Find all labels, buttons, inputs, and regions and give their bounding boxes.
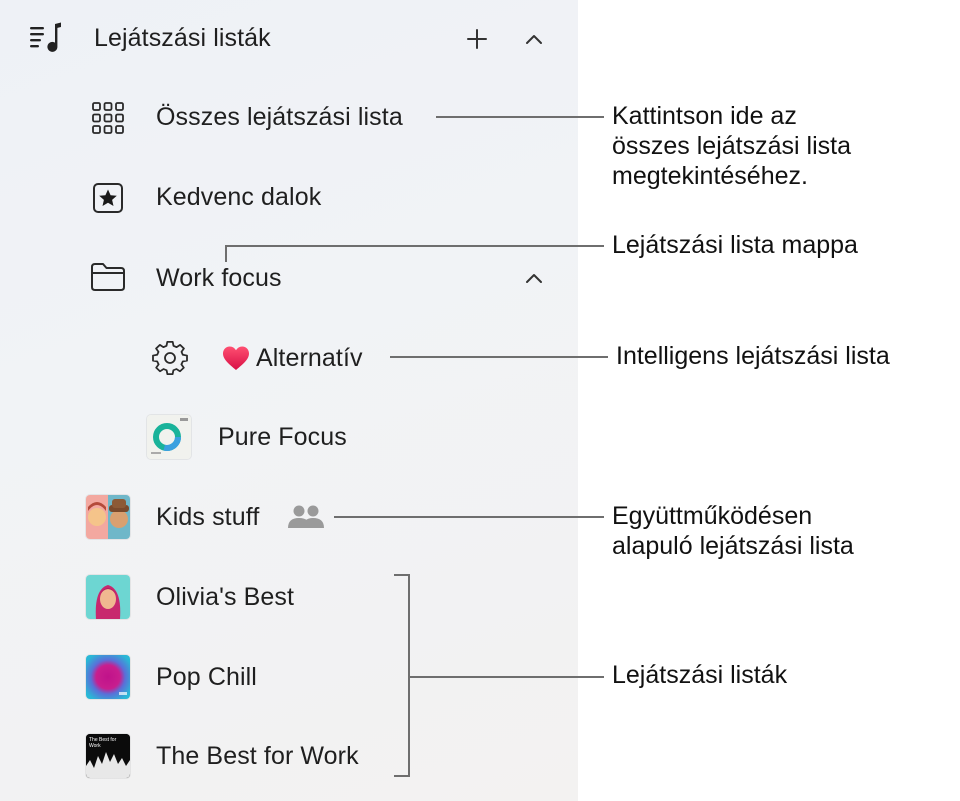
- callout-all-line-3: megtekintéséhez.: [612, 162, 808, 190]
- callout-collab-line-2: alapuló lejátszási lista: [612, 532, 854, 560]
- sidebar-item-pure-focus[interactable]: Pure Focus: [218, 421, 347, 453]
- plus-icon[interactable]: [462, 24, 492, 54]
- section-title[interactable]: Lejátszási listák: [94, 22, 271, 54]
- callout-line-smart: [390, 356, 608, 358]
- sidebar: Lejátszási listák Összes lejátszási list…: [0, 0, 578, 801]
- chevron-up-icon[interactable]: [520, 264, 548, 292]
- callout-line-folder: [225, 245, 604, 247]
- callout-line-collab: [334, 516, 604, 518]
- callout-playlists-line: Lejátszási listák: [612, 661, 788, 689]
- callout-all-line-1: Kattintson ide az: [612, 102, 797, 130]
- grid-icon: [90, 100, 126, 136]
- pure-focus-artwork: [147, 415, 191, 459]
- sidebar-item-favorite-songs[interactable]: Kedvenc dalok: [156, 181, 321, 213]
- heart-icon: [221, 344, 251, 372]
- sidebar-item-all-playlists[interactable]: Összes lejátszási lista: [156, 101, 403, 133]
- sidebar-item-work-focus[interactable]: Work focus: [156, 262, 282, 294]
- gear-icon: [151, 340, 189, 378]
- folder-icon: [89, 260, 127, 294]
- sidebar-item-alternativ[interactable]: Alternatív: [256, 342, 363, 374]
- sidebar-item-kids-stuff[interactable]: Kids stuff: [156, 501, 259, 533]
- callout-line-playlists: [410, 676, 604, 678]
- callout-line-folder-vertical: [225, 245, 227, 262]
- callout-line-all: [436, 116, 604, 118]
- best-for-work-artwork: The Best for Work: [86, 734, 130, 778]
- callout-all-playlists: Kattintson ide az összes lejátszási list…: [612, 101, 851, 191]
- callout-folder: Lejátszási lista mappa: [612, 230, 858, 260]
- callout-all-line-2: összes lejátszási lista: [612, 132, 851, 160]
- star-square-icon: [91, 181, 125, 215]
- callout-smart-line: Intelligens lejátszási lista: [616, 342, 890, 370]
- sidebar-item-pop-chill[interactable]: Pop Chill: [156, 661, 257, 693]
- people-icon: [286, 503, 326, 531]
- sidebar-item-olivias-best[interactable]: Olivia's Best: [156, 581, 294, 613]
- artwork-caption: The Best for Work: [89, 737, 117, 749]
- chevron-up-icon[interactable]: [520, 24, 548, 54]
- callout-playlists: Lejátszási listák: [612, 660, 787, 690]
- callout-folder-line: Lejátszási lista mappa: [612, 231, 858, 259]
- kids-stuff-artwork: [86, 495, 130, 539]
- playlist-music-icon: [28, 20, 66, 56]
- olivia-artwork: [86, 575, 130, 619]
- callout-collab-line-1: Együttműködésen: [612, 502, 813, 530]
- sidebar-item-best-for-work[interactable]: The Best for Work: [156, 740, 359, 772]
- bracket-bottom: [394, 775, 410, 777]
- callout-smart: Intelligens lejátszási lista: [616, 341, 890, 371]
- pop-chill-artwork: [86, 655, 130, 699]
- callout-collab: Együttműködésen alapuló lejátszási lista: [612, 501, 854, 561]
